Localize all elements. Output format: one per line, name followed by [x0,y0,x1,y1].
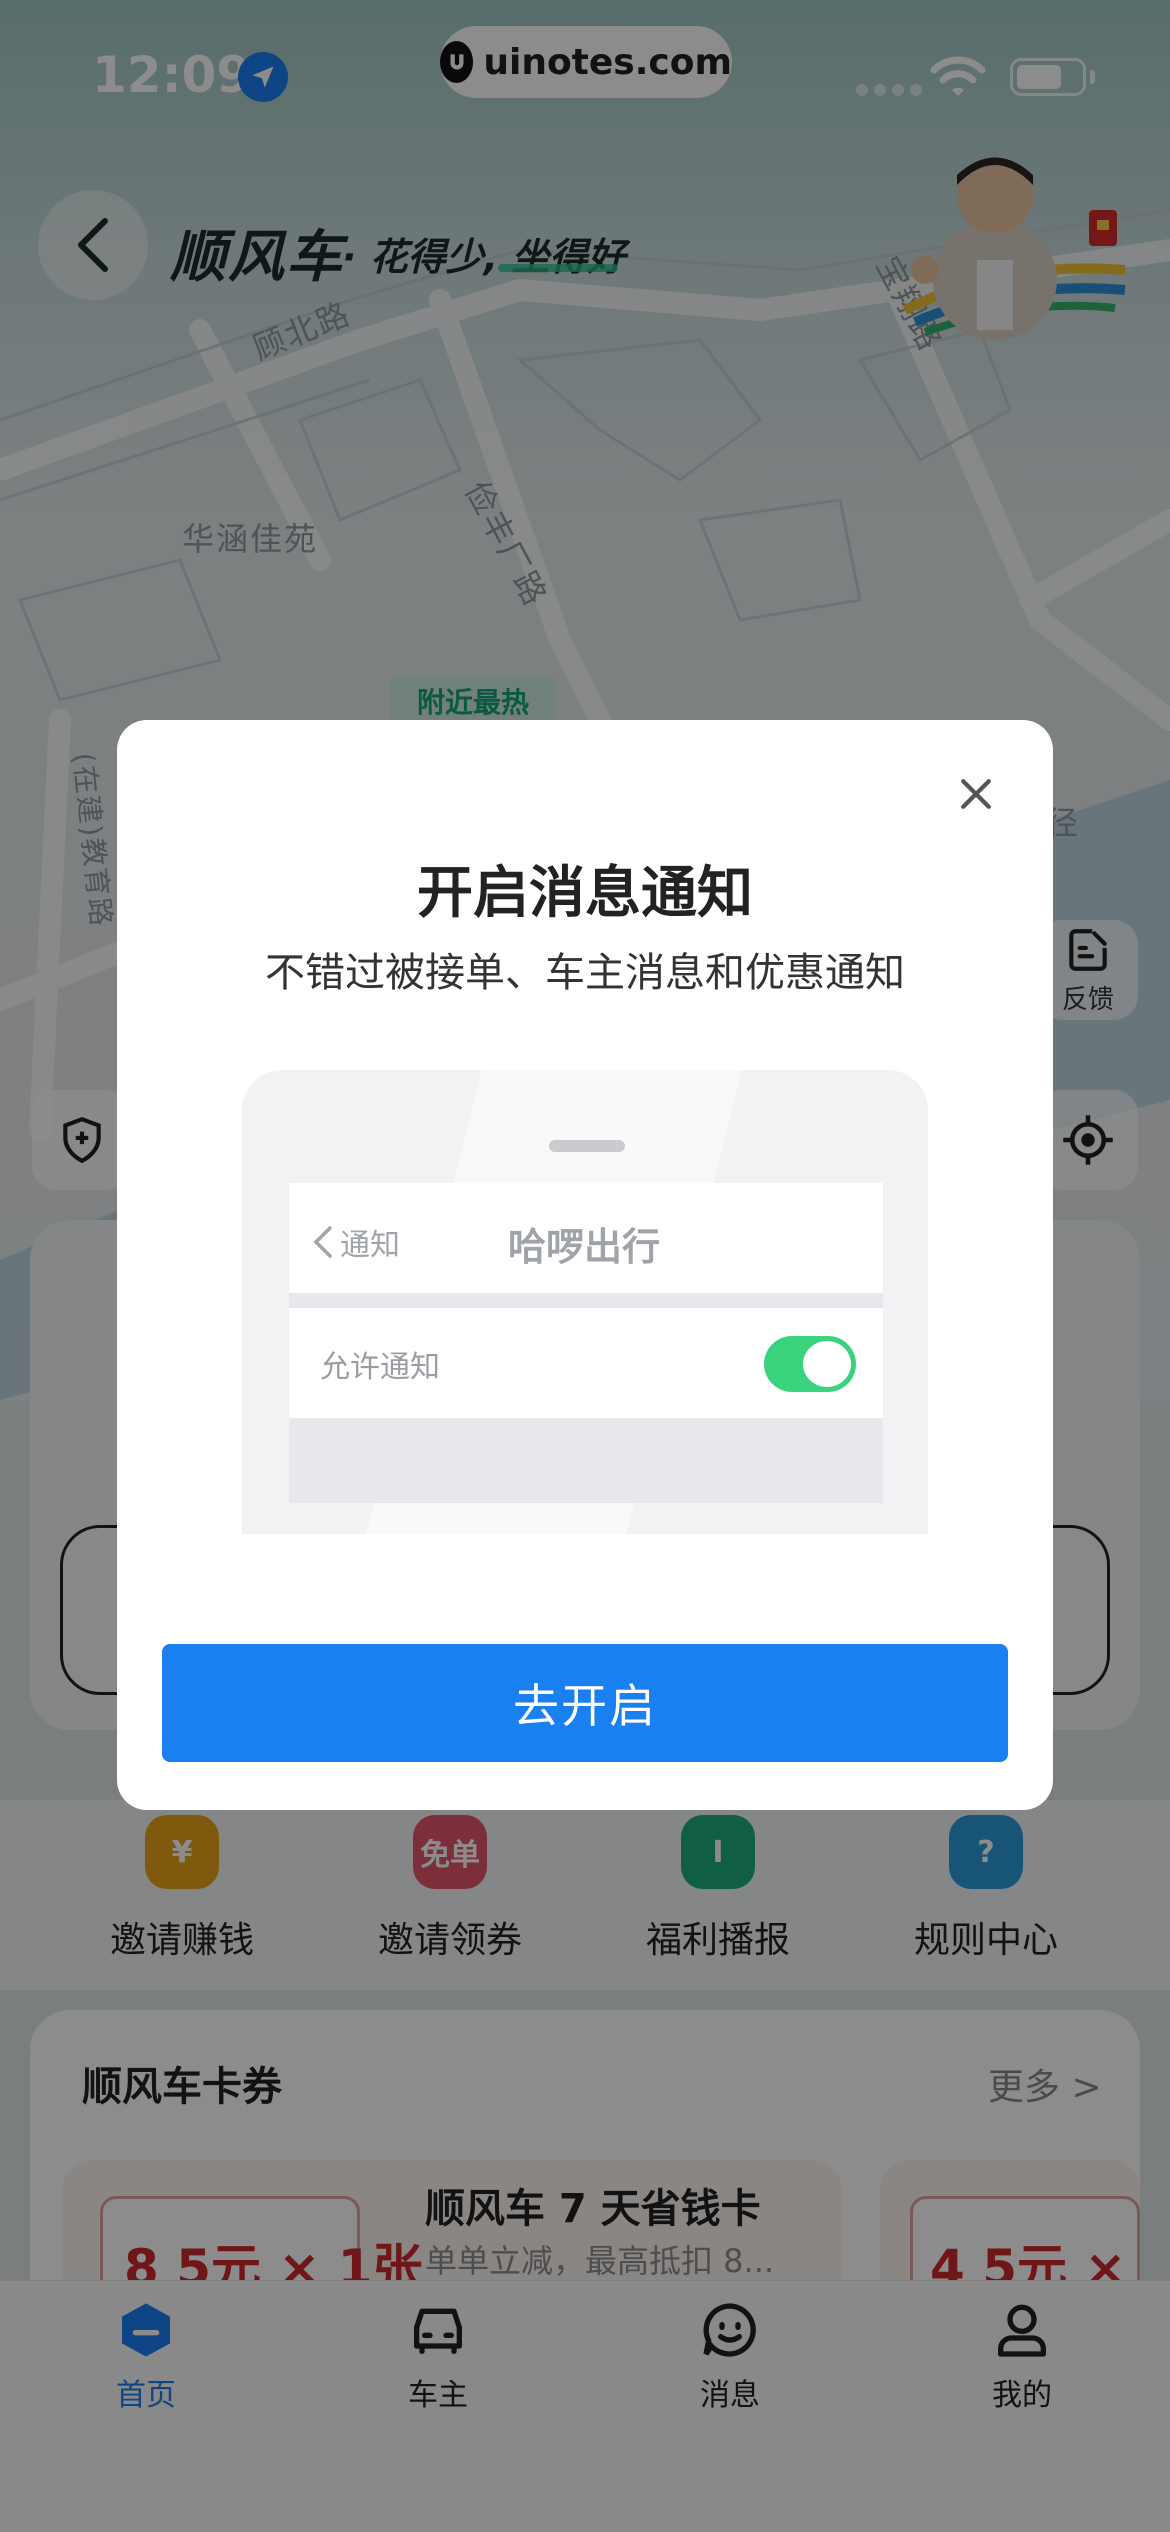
close-icon [961,779,991,809]
mock-app-name: 哈啰出行 [508,1225,661,1269]
mock-back-label: 通知 [340,1228,400,1263]
phone-speaker-grip [549,1140,625,1152]
dialog-close-button[interactable] [948,766,1004,822]
dialog-title: 开启消息通知 [417,861,753,926]
enable-notifications-button[interactable]: 去开启 [162,1644,1008,1762]
mock-toggle-knob [803,1341,851,1387]
dialog-subtitle: 不错过被接单、车主消息和优惠通知 [265,950,905,996]
mock-back: 通知 [312,1220,400,1264]
chevron-left-icon [313,1226,332,1258]
mock-allow-label: 允许通知 [320,1350,440,1385]
